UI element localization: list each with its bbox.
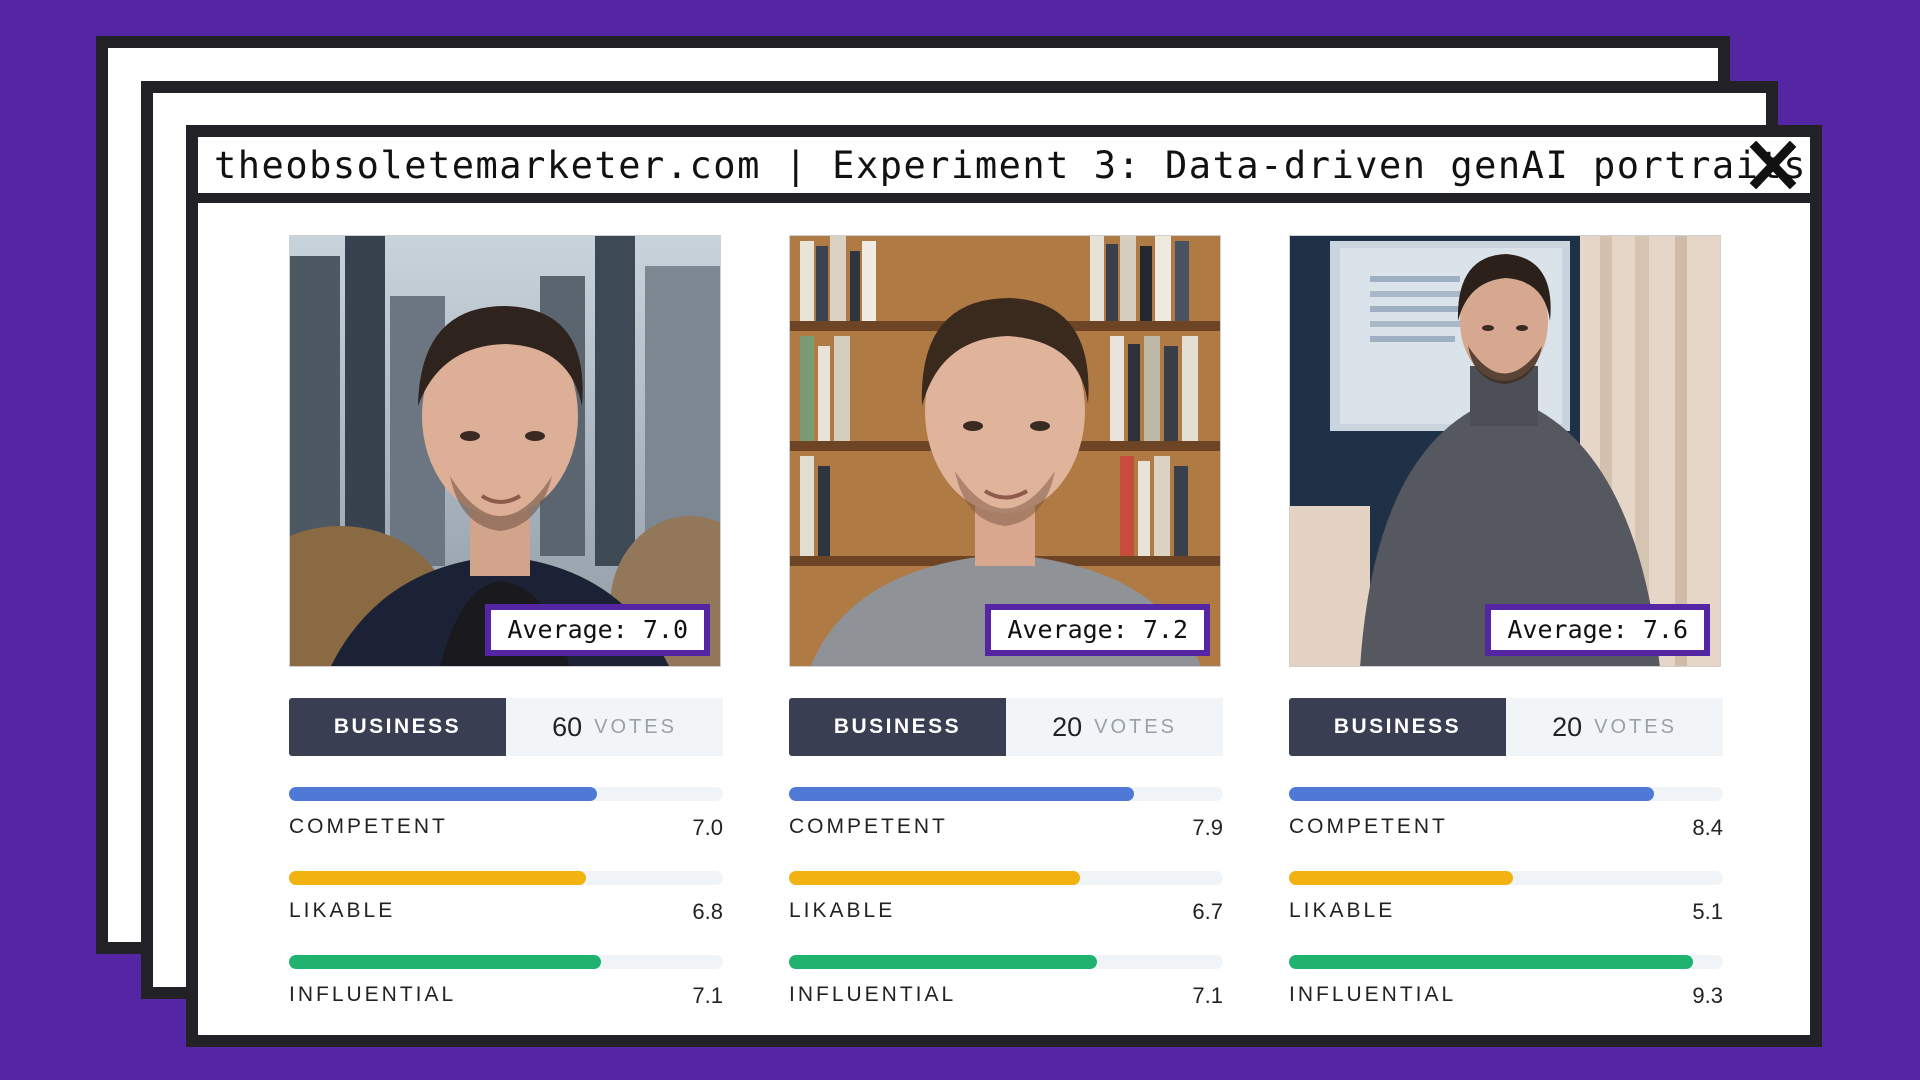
portrait-card-2: Average: 7.2 BUSINESS 20 VOTES COMPETENT… bbox=[789, 235, 1223, 1009]
metric-label: LIKABLE bbox=[289, 899, 396, 922]
metric-influential: INFLUENTIAL 9.3 bbox=[1289, 955, 1723, 1009]
votes-label: VOTES bbox=[1094, 715, 1177, 738]
window-title: theobsoletemarketer.com | Experiment 3: … bbox=[214, 143, 1807, 187]
metric-label: LIKABLE bbox=[789, 899, 896, 922]
likable-bar-track bbox=[1289, 871, 1723, 885]
influential-bar-fill bbox=[789, 955, 1098, 969]
portrait-photo-city: Average: 7.0 bbox=[289, 235, 721, 667]
metric-value: 7.1 bbox=[692, 983, 723, 1008]
title-bar: theobsoletemarketer.com | Experiment 3: … bbox=[198, 137, 1810, 203]
influential-bar-track bbox=[789, 955, 1223, 969]
competent-bar-fill bbox=[1289, 787, 1654, 801]
category-button-business[interactable]: BUSINESS bbox=[289, 698, 506, 756]
metric-likable: LIKABLE 5.1 bbox=[1289, 871, 1723, 925]
likable-bar-fill bbox=[789, 871, 1080, 885]
metric-value: 9.3 bbox=[1692, 983, 1723, 1008]
metric-label: LIKABLE bbox=[1289, 899, 1396, 922]
metric-label: INFLUENTIAL bbox=[289, 983, 457, 1006]
average-badge: Average: 7.6 bbox=[1485, 604, 1710, 656]
metric-competent: COMPETENT 7.0 bbox=[289, 787, 723, 841]
metric-influential: INFLUENTIAL 7.1 bbox=[789, 955, 1223, 1009]
metric-value: 7.9 bbox=[1192, 815, 1223, 840]
metric-value: 5.1 bbox=[1692, 899, 1723, 924]
metric-label: COMPETENT bbox=[789, 815, 948, 838]
metric-value: 6.7 bbox=[1192, 899, 1223, 924]
metric-value: 8.4 bbox=[1692, 815, 1723, 840]
votes-count: 20 bbox=[1052, 711, 1083, 742]
likable-bar-track bbox=[289, 871, 723, 885]
competent-bar-track bbox=[289, 787, 723, 801]
metric-likable: LIKABLE 6.8 bbox=[289, 871, 723, 925]
votes-count: 20 bbox=[1552, 711, 1583, 742]
competent-bar-fill bbox=[789, 787, 1135, 801]
metric-likable: LIKABLE 6.7 bbox=[789, 871, 1223, 925]
likable-bar-fill bbox=[1289, 871, 1513, 885]
votes-label: VOTES bbox=[1594, 715, 1677, 738]
votes-counter: 20 VOTES bbox=[1006, 698, 1223, 756]
category-button-business[interactable]: BUSINESS bbox=[789, 698, 1006, 756]
metric-label: COMPETENT bbox=[289, 815, 448, 838]
average-badge: Average: 7.0 bbox=[485, 604, 710, 656]
portrait-photo-stage: Average: 7.6 bbox=[1289, 235, 1721, 667]
metric-competent: COMPETENT 8.4 bbox=[1289, 787, 1723, 841]
close-icon[interactable] bbox=[1746, 140, 1800, 190]
portrait-photo-bookshelf: Average: 7.2 bbox=[789, 235, 1221, 667]
metric-label: INFLUENTIAL bbox=[1289, 983, 1457, 1006]
metric-competent: COMPETENT 7.9 bbox=[789, 787, 1223, 841]
portrait-card-3: Average: 7.6 BUSINESS 20 VOTES COMPETENT… bbox=[1289, 235, 1723, 1009]
metric-influential: INFLUENTIAL 7.1 bbox=[289, 955, 723, 1009]
votes-count: 60 bbox=[552, 711, 583, 742]
votes-counter: 60 VOTES bbox=[506, 698, 723, 756]
votes-counter: 20 VOTES bbox=[1506, 698, 1723, 756]
influential-bar-fill bbox=[289, 955, 602, 969]
portrait-card-1: Average: 7.0 BUSINESS 60 VOTES COMPETENT… bbox=[289, 235, 723, 1009]
competent-bar-fill bbox=[289, 787, 598, 801]
metric-label: COMPETENT bbox=[1289, 815, 1448, 838]
competent-bar-track bbox=[1289, 787, 1723, 801]
competent-bar-track bbox=[789, 787, 1223, 801]
influential-bar-fill bbox=[1289, 955, 1693, 969]
likable-bar-track bbox=[789, 871, 1223, 885]
average-badge: Average: 7.2 bbox=[985, 604, 1210, 656]
main-window: theobsoletemarketer.com | Experiment 3: … bbox=[186, 125, 1822, 1047]
category-button-business[interactable]: BUSINESS bbox=[1289, 698, 1506, 756]
metric-label: INFLUENTIAL bbox=[789, 983, 957, 1006]
votes-label: VOTES bbox=[594, 715, 677, 738]
influential-bar-track bbox=[289, 955, 723, 969]
metric-value: 6.8 bbox=[692, 899, 723, 924]
metric-value: 7.0 bbox=[692, 815, 723, 840]
influential-bar-track bbox=[1289, 955, 1723, 969]
likable-bar-fill bbox=[289, 871, 587, 885]
metric-value: 7.1 bbox=[1192, 983, 1223, 1008]
